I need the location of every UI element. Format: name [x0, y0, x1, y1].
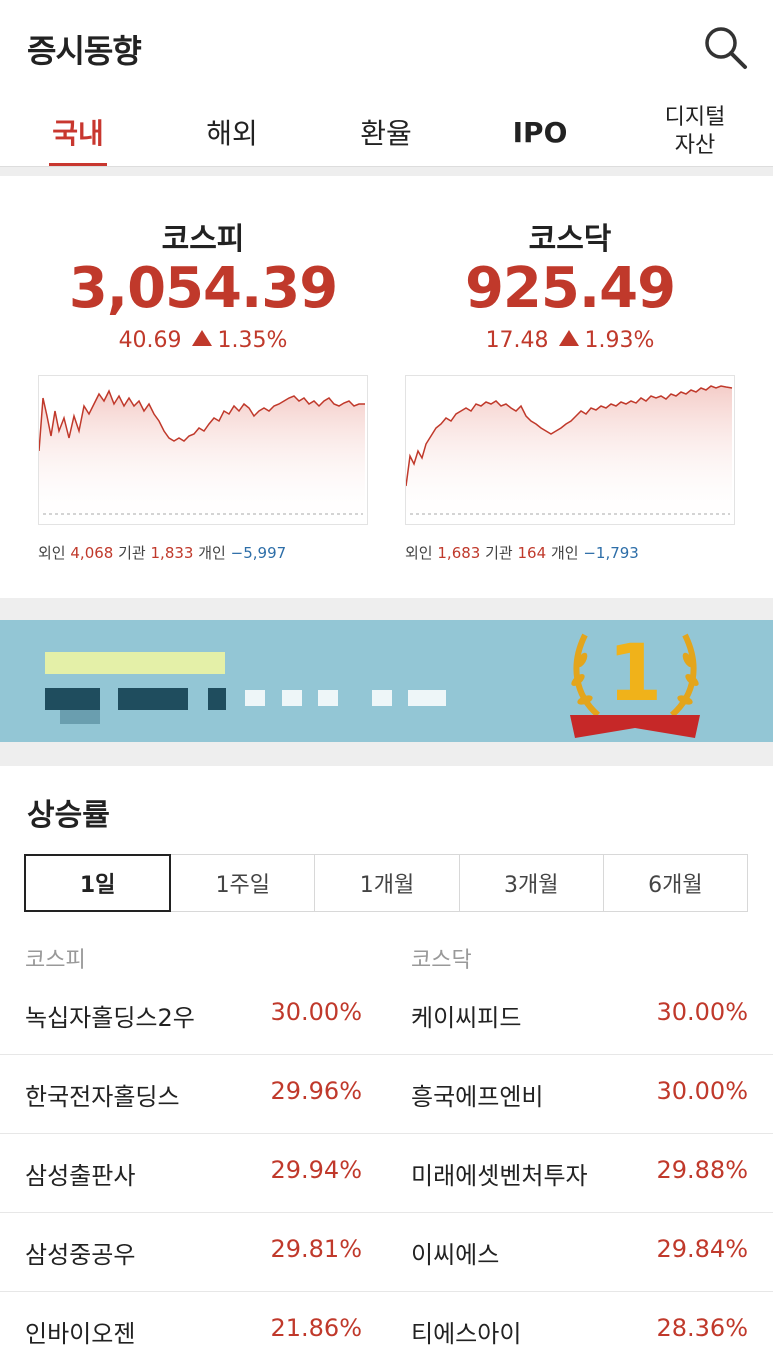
institution-label: 기관: [118, 544, 146, 562]
institution-value: 164: [517, 544, 547, 562]
kospi-stock-rate: 29.96%: [270, 1077, 362, 1105]
kospi-stock-name[interactable]: 인바이오젠: [25, 1314, 135, 1349]
kosdaq-stock-rate: 28.36%: [656, 1314, 748, 1342]
tab-exchange-rate[interactable]: 환율: [336, 96, 436, 168]
period-1m[interactable]: 1개월: [314, 854, 460, 912]
obscured-text-block: [208, 688, 226, 710]
divider: [0, 166, 773, 176]
obscured-text-block: [60, 710, 100, 724]
kospi-intraday-chart: [38, 375, 368, 525]
up-arrow-icon: [191, 330, 212, 346]
obscured-text-block: [372, 690, 392, 706]
kospi-stock-name[interactable]: 한국전자홀딩스: [25, 1077, 180, 1112]
table-row: 인바이오젠 21.86% 티에스아이 28.36%: [0, 1292, 773, 1361]
period-6m[interactable]: 6개월: [602, 854, 749, 912]
change-amount: 40.69: [118, 328, 182, 353]
institution-label: 기관: [485, 544, 513, 562]
individual-value: −5,997: [230, 544, 287, 562]
foreign-label: 외인: [405, 544, 433, 562]
obscured-text-block: [45, 688, 100, 710]
obscured-text-block: [408, 690, 446, 706]
tab-label: IPO: [512, 115, 568, 149]
obscured-text-block: [118, 688, 188, 710]
period-1w[interactable]: 1주일: [170, 854, 316, 912]
kosdaq-stock-rate: 30.00%: [656, 998, 748, 1026]
tab-label-line1: 디지털: [664, 105, 726, 130]
individual-label: 개인: [550, 544, 579, 562]
kosdaq-column-label: 코스닥: [411, 948, 472, 973]
change-percent: 1.93%: [584, 328, 655, 353]
obscured-text-block: [45, 652, 225, 674]
table-row: 삼성중공우 29.81% 이씨에스 29.84%: [0, 1213, 773, 1292]
obscured-text-block: [245, 690, 265, 706]
kospi-summary[interactable]: 코스피 3,054.39 40.69 1.35% 외인 4,068 기관 1,83…: [10, 176, 396, 596]
tab-label: 해외: [206, 117, 258, 150]
tab-label-line2: 자산: [674, 133, 716, 158]
tab-label: 환율: [360, 117, 412, 150]
foreign-value: 1,683: [437, 544, 481, 562]
app-header: 증시동향: [0, 0, 773, 96]
kospi-column-label: 코스피: [25, 948, 86, 973]
kosdaq-stock-name[interactable]: 흥국에프엔비: [411, 1077, 543, 1112]
chart-svg: [405, 385, 733, 524]
kosdaq-intraday-chart: [405, 375, 735, 525]
tab-label: 국내: [52, 117, 104, 150]
kosdaq-stock-rate: 29.84%: [656, 1235, 748, 1263]
kospi-stock-rate: 30.00%: [270, 998, 362, 1026]
kosdaq-stock-name[interactable]: 이씨에스: [411, 1235, 499, 1270]
foreign-label: 외인: [38, 544, 66, 562]
gainers-list: 녹십자홀딩스2우 30.00% 케이씨피드 30.00% 한국전자홀딩스 29.…: [0, 976, 773, 1361]
page-title: 증시동향: [27, 32, 142, 70]
index-value: 3,054.39: [68, 256, 338, 321]
up-arrow-icon: [558, 330, 579, 346]
ad-banner[interactable]: 1: [0, 620, 773, 742]
trophy-laurel-icon: 1: [570, 629, 700, 738]
market-tabs: 국내 해외 환율 IPO 디지털 자산: [0, 96, 773, 168]
kospi-stock-name[interactable]: 녹십자홀딩스2우: [25, 998, 195, 1033]
kosdaq-stock-rate: 30.00%: [656, 1077, 748, 1105]
chart-area: [406, 386, 732, 524]
kospi-stock-rate: 21.86%: [270, 1314, 362, 1342]
kospi-stock-rate: 29.81%: [270, 1235, 362, 1263]
tab-digital-assets[interactable]: 디지털 자산: [645, 96, 745, 168]
search-icon[interactable]: [700, 22, 750, 72]
tab-overseas[interactable]: 해외: [182, 96, 282, 168]
ad-banner-section: 1: [0, 598, 773, 766]
kosdaq-stock-name[interactable]: 티에스아이: [411, 1314, 521, 1349]
foreign-value: 4,068: [70, 544, 114, 562]
period-1d[interactable]: 1일: [24, 854, 172, 912]
svg-text:1: 1: [608, 629, 662, 719]
chart-svg: [38, 389, 365, 524]
obscured-text-block: [318, 690, 338, 706]
kospi-stock-name[interactable]: 삼성출판사: [25, 1156, 135, 1191]
market-name: 코스피: [161, 222, 245, 257]
kospi-stock-name[interactable]: 삼성중공우: [25, 1235, 135, 1270]
kospi-stock-rate: 29.94%: [270, 1156, 362, 1184]
obscured-text-block: [282, 690, 302, 706]
individual-value: −1,793: [583, 544, 639, 562]
tab-ipo[interactable]: IPO: [490, 96, 590, 168]
investor-trading: 외인 1,683 기관 164 개인 −1,793: [405, 542, 639, 563]
kosdaq-summary[interactable]: 코스닥 925.49 17.48 1.93% 외인 1,683 기관 164 개인…: [377, 176, 763, 596]
period-3m[interactable]: 3개월: [458, 854, 604, 912]
change-amount: 17.48: [485, 328, 549, 353]
index-change: 40.69 1.35%: [10, 328, 396, 353]
table-row: 삼성출판사 29.94% 미래에셋벤처투자 29.88%: [0, 1134, 773, 1213]
kosdaq-stock-rate: 29.88%: [656, 1156, 748, 1184]
tab-domestic[interactable]: 국내: [28, 96, 128, 168]
section-title: 상승률: [27, 798, 110, 833]
index-change: 17.48 1.93%: [377, 328, 763, 353]
market-name: 코스닥: [528, 222, 612, 257]
change-percent: 1.35%: [217, 328, 288, 353]
investor-trading: 외인 4,068 기관 1,833 개인 −5,997: [38, 542, 286, 563]
index-value: 925.49: [464, 256, 676, 321]
individual-label: 개인: [198, 544, 226, 562]
table-row: 한국전자홀딩스 29.96% 흥국에프엔비 30.00%: [0, 1055, 773, 1134]
table-row: 녹십자홀딩스2우 30.00% 케이씨피드 30.00%: [0, 976, 773, 1055]
period-selector: 1일 1주일 1개월 3개월 6개월: [24, 854, 749, 912]
kosdaq-stock-name[interactable]: 케이씨피드: [411, 998, 521, 1033]
kosdaq-stock-name[interactable]: 미래에셋벤처투자: [411, 1156, 588, 1191]
institution-value: 1,833: [150, 544, 194, 562]
